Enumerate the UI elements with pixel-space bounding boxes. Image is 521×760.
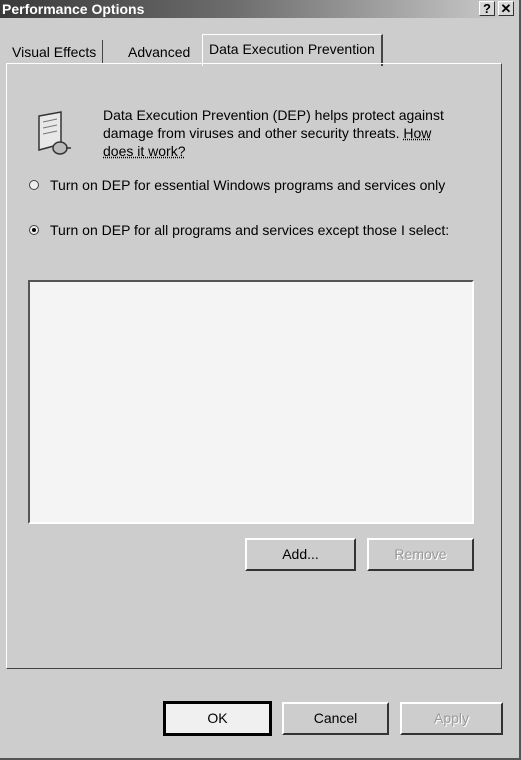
radio-essential-label: Turn on DEP for essential Windows progra… <box>50 177 446 193</box>
performance-options-window: Performance Options ? ✕ Visual Effects A… <box>0 0 521 760</box>
shield-document-icon <box>38 111 71 155</box>
excluded-programs-list[interactable] <box>28 280 474 524</box>
add-button[interactable]: Add... <box>245 538 356 571</box>
tab-visual-effects[interactable]: Visual Effects <box>6 40 104 64</box>
title-bar[interactable]: Performance Options ? ✕ <box>0 0 519 18</box>
window-title: Performance Options <box>2 1 145 17</box>
dep-description: Data Execution Prevention (DEP) helps pr… <box>103 106 463 160</box>
close-button[interactable]: ✕ <box>498 1 514 16</box>
radio-all-indicator[interactable] <box>29 225 39 235</box>
remove-button[interactable]: Remove <box>367 538 474 571</box>
apply-button[interactable]: Apply <box>400 702 503 735</box>
radio-all-label: Turn on DEP for all programs and service… <box>50 222 450 238</box>
help-button[interactable]: ? <box>479 1 495 16</box>
radio-essential-indicator[interactable] <box>29 180 39 190</box>
tab-advanced[interactable]: Advanced <box>122 40 196 64</box>
dep-description-text: Data Execution Prevention (DEP) helps pr… <box>103 107 444 141</box>
tab-data-execution-prevention[interactable]: Data Execution Prevention <box>202 34 383 66</box>
ok-button[interactable]: OK <box>163 701 272 736</box>
cancel-button[interactable]: Cancel <box>282 702 389 735</box>
